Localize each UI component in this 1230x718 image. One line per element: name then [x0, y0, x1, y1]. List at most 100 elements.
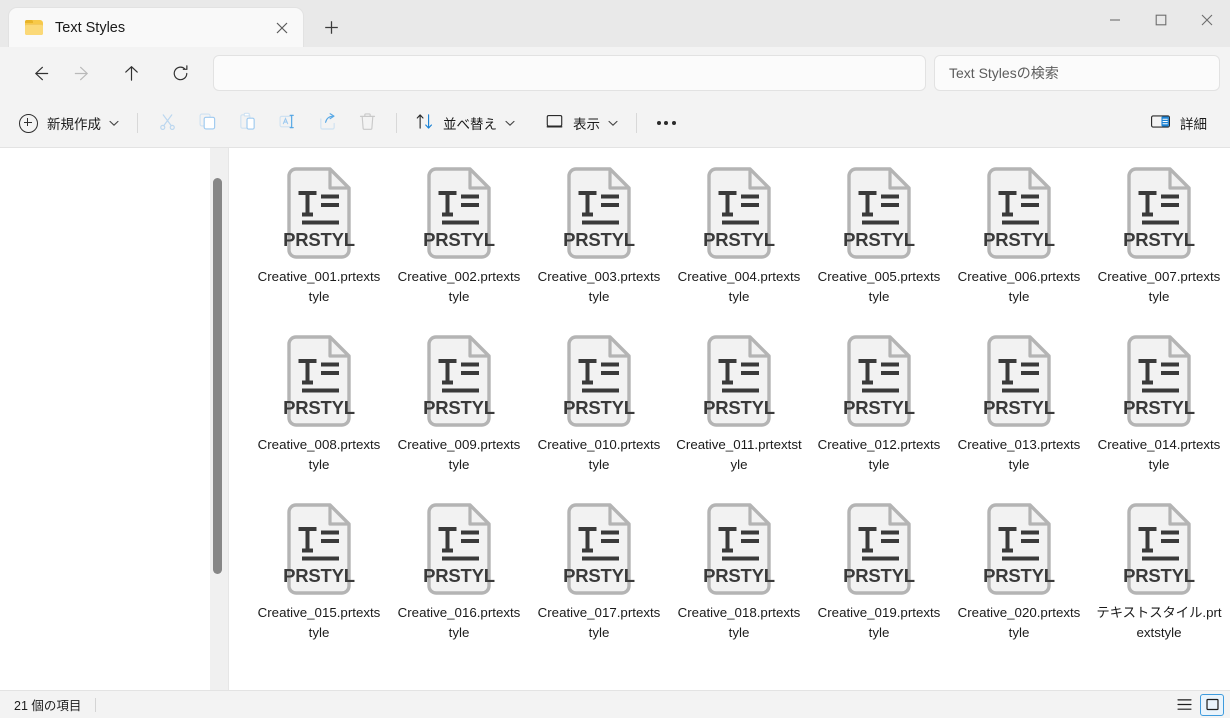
- details-pane-button[interactable]: 詳細: [1141, 106, 1216, 140]
- file-item[interactable]: PRSTYL Creative_002.prtextstyle: [389, 162, 529, 330]
- file-explorer-window: Text Styles Text Stylesの検索 新規作成 並べ替え 表示 …: [0, 0, 1230, 718]
- svg-text:PRSTYL: PRSTYL: [563, 229, 635, 250]
- file-name-label: Creative_011.prtextstyle: [676, 437, 802, 472]
- file-item[interactable]: PRSTYL Creative_011.prtextstyle: [669, 330, 809, 498]
- tab-strip: Text Styles: [0, 0, 348, 47]
- view-button[interactable]: 表示: [536, 106, 627, 140]
- svg-text:PRSTYL: PRSTYL: [1123, 397, 1195, 418]
- status-divider: [95, 697, 97, 712]
- details-pane-label: 詳細: [1180, 117, 1207, 132]
- maximize-button[interactable]: [1138, 0, 1184, 40]
- file-name-label: テキストスタイル.prtextstyle: [1096, 605, 1222, 640]
- prtextstyle-file-icon: PRSTYL: [703, 335, 775, 427]
- file-name-label: Creative_018.prtextstyle: [677, 605, 801, 640]
- refresh-button[interactable]: [162, 55, 198, 91]
- svg-text:PRSTYL: PRSTYL: [563, 565, 635, 586]
- up-button[interactable]: [113, 55, 149, 91]
- svg-text:PRSTYL: PRSTYL: [843, 565, 915, 586]
- copy-button[interactable]: [187, 106, 227, 140]
- new-button[interactable]: 新規作成: [10, 106, 128, 140]
- file-name-label: Creative_003.prtextstyle: [537, 269, 661, 304]
- chevron-down-icon: [608, 120, 618, 127]
- paste-icon: [238, 112, 257, 134]
- svg-text:PRSTYL: PRSTYL: [983, 565, 1055, 586]
- new-tab-button[interactable]: [314, 10, 348, 44]
- trash-icon: [358, 112, 377, 134]
- file-item[interactable]: PRSTYL Creative_003.prtextstyle: [529, 162, 669, 330]
- prtextstyle-file-icon: PRSTYL: [283, 503, 355, 595]
- back-button[interactable]: [22, 55, 58, 91]
- file-name-label: Creative_002.prtextstyle: [397, 269, 521, 304]
- rename-icon: [278, 112, 297, 134]
- sort-button[interactable]: 並べ替え: [406, 106, 524, 140]
- file-name-label: Creative_005.prtextstyle: [817, 269, 941, 304]
- file-item[interactable]: PRSTYL Creative_008.prtextstyle: [249, 330, 389, 498]
- address-bar[interactable]: [213, 55, 926, 91]
- share-button[interactable]: [307, 106, 347, 140]
- large-icons-view-toggle[interactable]: [1200, 693, 1224, 716]
- title-bar: Text Styles: [0, 0, 1230, 47]
- file-item[interactable]: PRSTYL Creative_006.prtextstyle: [949, 162, 1089, 330]
- svg-text:PRSTYL: PRSTYL: [703, 565, 775, 586]
- tab-text-styles[interactable]: Text Styles: [8, 7, 304, 47]
- file-item[interactable]: PRSTYL テキストスタイル.prtextstyle: [1089, 498, 1229, 666]
- prtextstyle-file-icon: PRSTYL: [423, 335, 495, 427]
- prtextstyle-file-icon: PRSTYL: [703, 167, 775, 259]
- toolbar-divider: [396, 113, 397, 133]
- file-item[interactable]: PRSTYL Creative_010.prtextstyle: [529, 330, 669, 498]
- navigation-pane[interactable]: [0, 148, 210, 690]
- tab-close-icon[interactable]: [269, 15, 295, 41]
- cut-button[interactable]: [147, 106, 187, 140]
- file-item[interactable]: PRSTYL Creative_020.prtextstyle: [949, 498, 1089, 666]
- svg-text:PRSTYL: PRSTYL: [703, 397, 775, 418]
- file-item[interactable]: PRSTYL Creative_005.prtextstyle: [809, 162, 949, 330]
- file-item[interactable]: PRSTYL Creative_001.prtextstyle: [249, 162, 389, 330]
- file-item[interactable]: PRSTYL Creative_007.prtextstyle: [1089, 162, 1229, 330]
- navigation-pane-scrollbar[interactable]: [210, 148, 228, 690]
- file-item[interactable]: PRSTYL Creative_019.prtextstyle: [809, 498, 949, 666]
- file-item[interactable]: PRSTYL Creative_014.prtextstyle: [1089, 330, 1229, 498]
- file-item[interactable]: PRSTYL Creative_016.prtextstyle: [389, 498, 529, 666]
- new-button-label: 新規作成: [47, 117, 101, 132]
- file-item[interactable]: PRSTYL Creative_013.prtextstyle: [949, 330, 1089, 498]
- share-icon: [318, 112, 337, 134]
- file-item[interactable]: PRSTYL Creative_017.prtextstyle: [529, 498, 669, 666]
- prtextstyle-file-icon: PRSTYL: [843, 335, 915, 427]
- svg-text:PRSTYL: PRSTYL: [283, 397, 355, 418]
- minimize-button[interactable]: [1092, 0, 1138, 40]
- prtextstyle-file-icon: PRSTYL: [423, 167, 495, 259]
- prtextstyle-file-icon: PRSTYL: [423, 503, 495, 595]
- forward-button[interactable]: [64, 55, 100, 91]
- svg-text:PRSTYL: PRSTYL: [843, 397, 915, 418]
- search-input[interactable]: Text Stylesの検索: [934, 55, 1220, 91]
- folder-icon: [25, 20, 43, 35]
- paste-button[interactable]: [227, 106, 267, 140]
- list-view-toggle[interactable]: [1172, 694, 1196, 716]
- plus-circle-icon: [19, 113, 38, 133]
- prtextstyle-file-icon: PRSTYL: [983, 335, 1055, 427]
- file-name-label: Creative_012.prtextstyle: [817, 437, 941, 472]
- tab-title: Text Styles: [55, 19, 126, 36]
- address-bar-row: Text Stylesの検索: [0, 47, 1230, 99]
- scrollbar-thumb[interactable]: [213, 178, 222, 574]
- delete-button[interactable]: [347, 106, 387, 140]
- rename-button[interactable]: [267, 106, 307, 140]
- file-list-view[interactable]: PRSTYL Creative_001.prtextstyle PRSTYL Crea…: [228, 148, 1230, 690]
- svg-text:PRSTYL: PRSTYL: [283, 229, 355, 250]
- file-item[interactable]: PRSTYL Creative_015.prtextstyle: [249, 498, 389, 666]
- svg-text:PRSTYL: PRSTYL: [1123, 229, 1195, 250]
- details-pane-icon: [1150, 112, 1171, 134]
- prtextstyle-file-icon: PRSTYL: [563, 503, 635, 595]
- file-item[interactable]: PRSTYL Creative_018.prtextstyle: [669, 498, 809, 666]
- view-button-label: 表示: [573, 117, 600, 132]
- file-item[interactable]: PRSTYL Creative_012.prtextstyle: [809, 330, 949, 498]
- more-options-button[interactable]: [646, 106, 686, 140]
- toolbar-divider: [636, 113, 637, 133]
- file-item[interactable]: PRSTYL Creative_009.prtextstyle: [389, 330, 529, 498]
- close-button[interactable]: [1184, 0, 1230, 40]
- chevron-down-icon: [505, 120, 515, 127]
- svg-text:PRSTYL: PRSTYL: [423, 229, 495, 250]
- copy-icon: [198, 112, 217, 134]
- file-item[interactable]: PRSTYL Creative_004.prtextstyle: [669, 162, 809, 330]
- toolbar-divider: [137, 113, 138, 133]
